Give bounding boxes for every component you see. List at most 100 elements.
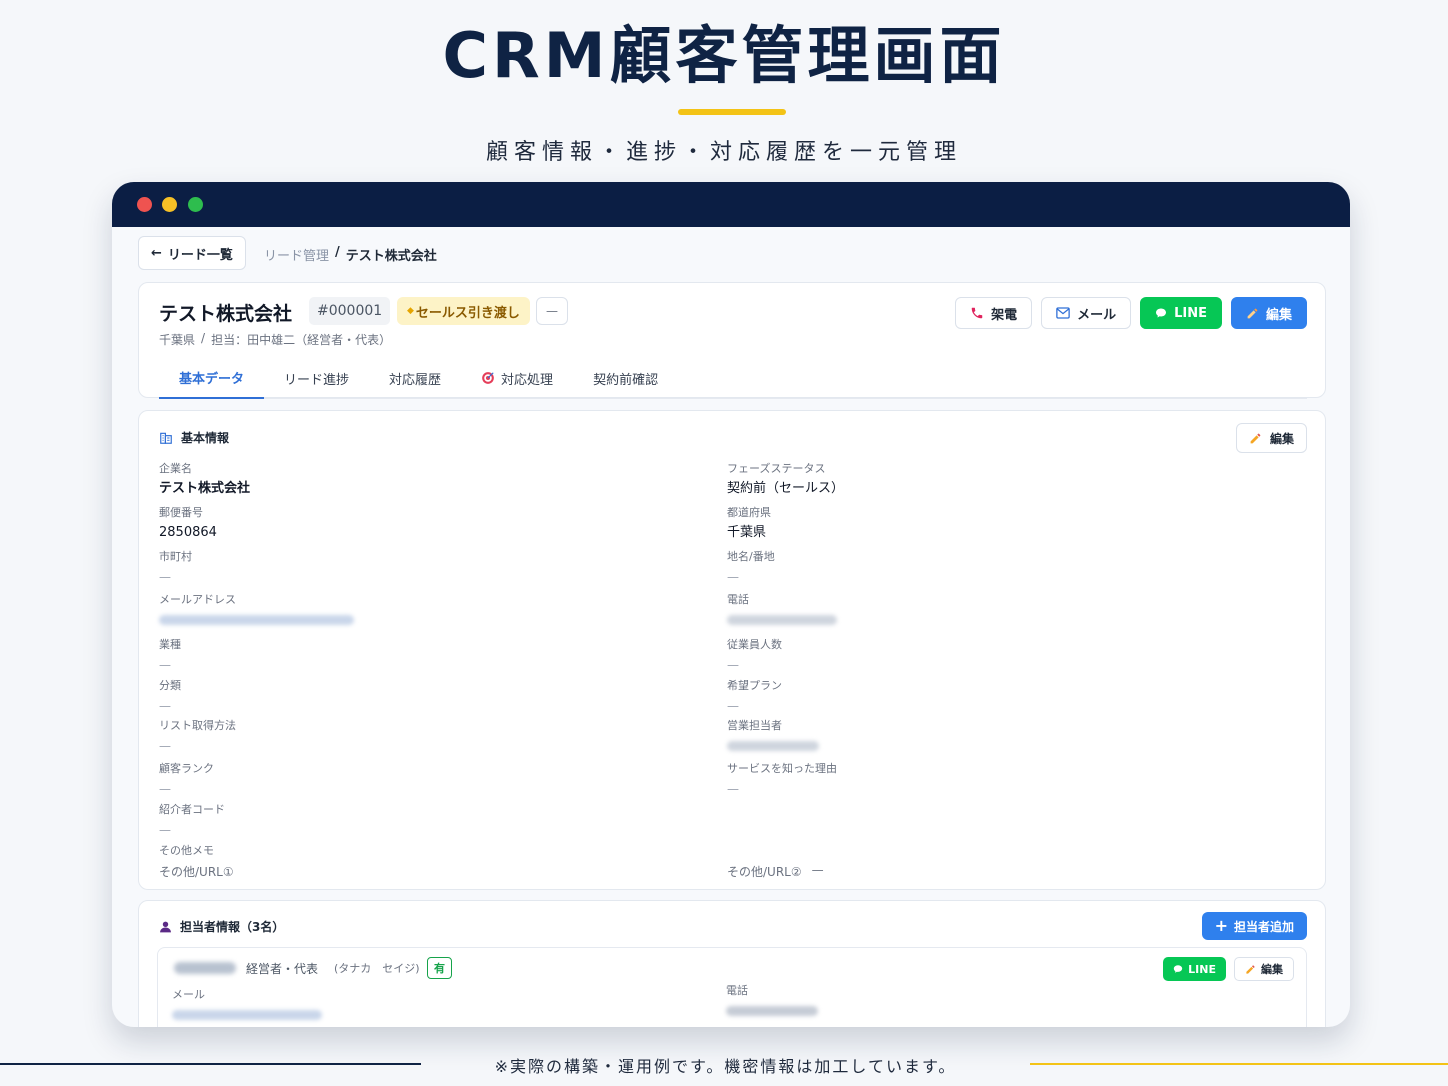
field-label: 業種: [159, 638, 181, 651]
field-other-url1: その他/URL①: [159, 863, 234, 880]
field-label: 紹介者コード: [159, 803, 225, 816]
field-label: 希望プラン: [727, 679, 782, 692]
field-phase-status: フェーズステータス 契約前（セールス）: [727, 462, 844, 499]
contact-has-badge: 有: [427, 957, 452, 979]
field-sales-rep: 営業担当者: [727, 719, 819, 755]
mail-button[interactable]: メール: [1041, 297, 1132, 329]
contact-line-button[interactable]: LINE: [1163, 957, 1226, 981]
field-value: 2850864: [159, 525, 217, 540]
breadcrumb-parent[interactable]: リード管理: [264, 245, 329, 264]
field-label: リスト取得方法: [159, 719, 236, 732]
customer-header-card: テスト株式会社 #000001 ◆ セールス引き渡し — 千葉県 / 担当：田中…: [138, 282, 1326, 399]
diamond-icon: ◆: [407, 306, 414, 316]
add-contact-button[interactable]: + 担当者追加: [1201, 912, 1307, 940]
call-button-label: 架電: [991, 307, 1018, 323]
blurred-phone: [727, 615, 837, 625]
field-value: —: [159, 570, 171, 584]
tab-bar: 基本データ リード進捗 対応履歴 対応処理 契約前確認: [159, 357, 1307, 399]
field-email: メールアドレス: [159, 593, 354, 629]
field-city: 市町村 —: [159, 550, 192, 587]
field-label: 電話: [726, 984, 748, 997]
plus-icon: +: [1214, 916, 1228, 935]
minimize-window-dot[interactable]: [162, 197, 177, 212]
back-to-list-button[interactable]: ← リード一覧: [138, 236, 246, 270]
field-postal: 郵便番号 2850864: [159, 506, 217, 543]
header-prefecture: 千葉県: [159, 333, 196, 347]
breadcrumb-current: テスト株式会社: [345, 249, 437, 264]
field-value: —: [159, 699, 171, 713]
status-dash-button[interactable]: —: [536, 297, 568, 325]
back-button-label: リード一覧: [167, 247, 233, 263]
blurred-sales-rep: [727, 741, 819, 751]
field-customer-rank: 顧客ランク —: [159, 762, 214, 799]
field-label: その他/URL②: [727, 865, 802, 879]
tab-history[interactable]: 対応履歴: [369, 357, 461, 399]
tab-pre-contract[interactable]: 契約前確認: [573, 357, 678, 399]
field-value: —: [727, 782, 739, 796]
phone-icon: [971, 307, 983, 319]
field-prefecture: 都道府県 千葉県: [727, 506, 771, 543]
app-content: ← リード一覧 リード管理 / テスト株式会社 テスト株式会社 #000001 …: [112, 227, 1350, 1027]
app-window: ← リード一覧 リード管理 / テスト株式会社 テスト株式会社 #000001 …: [112, 182, 1350, 1027]
window-titlebar: [112, 182, 1350, 227]
field-label: 電話: [727, 593, 749, 606]
tab-handling[interactable]: 対応処理: [461, 357, 573, 399]
contacts-card: 担当者情報（3名） + 担当者追加 経営者・代表 (タナカ セイジ) 有 LIN…: [138, 900, 1326, 1027]
field-company: 企業名 テスト株式会社: [159, 462, 250, 499]
field-reason: サービスを知った理由 —: [727, 762, 837, 799]
field-value: —: [811, 863, 824, 877]
contacts-title: 担当者情報（3名）: [159, 918, 284, 935]
footer-left-rule: [0, 1063, 421, 1065]
field-label: その他メモ: [159, 844, 214, 857]
hero-subtitle: 顧客情報・進捗・対応履歴を一元管理: [485, 140, 962, 165]
field-address: 地名/番地 —: [727, 550, 775, 587]
field-value: —: [727, 658, 739, 672]
blurred-contact-name: [174, 962, 236, 974]
tab-lead-progress[interactable]: リード進捗: [264, 357, 369, 399]
contact-field-mail: メール: [172, 988, 322, 1024]
tab-basic-data[interactable]: 基本データ: [159, 357, 265, 399]
hero-underline: [678, 109, 786, 115]
pencil-icon: [1247, 308, 1258, 318]
field-plan: 希望プラン —: [727, 679, 782, 716]
footer-right-rule: [1030, 1063, 1448, 1065]
field-value: 契約前（セールス）: [727, 481, 845, 496]
field-label: 郵便番号: [159, 506, 203, 519]
maximize-window-dot[interactable]: [188, 197, 203, 212]
field-employees: 従業員人数 —: [727, 638, 782, 675]
contact-kana: (タナカ セイジ): [334, 962, 420, 975]
field-label: サービスを知った理由: [727, 762, 837, 775]
phase-badge: ◆ セールス引き渡し: [397, 297, 530, 325]
basic-info-title-label: 基本情報: [181, 431, 230, 445]
blurred-contact-phone: [726, 1006, 818, 1016]
add-contact-label: 担当者追加: [1233, 919, 1294, 934]
line-button[interactable]: LINE: [1140, 297, 1222, 329]
pencil-icon: [1250, 433, 1261, 443]
blurred-email: [159, 615, 354, 625]
basic-info-card: 基本情報 編集 企業名 テスト株式会社 フェーズステータス 契約前（セールス） …: [138, 410, 1326, 890]
field-label: 企業名: [159, 462, 192, 475]
header-owner: 担当：田中雄二（経営者・代表）: [211, 333, 392, 347]
contacts-title-label: 担当者情報（3名）: [180, 920, 285, 934]
field-value: —: [727, 570, 739, 584]
building-icon: [160, 432, 172, 444]
field-label: メールアドレス: [159, 593, 236, 606]
contact-edit-button[interactable]: 編集: [1234, 957, 1294, 981]
field-label: 営業担当者: [727, 719, 782, 732]
pencil-icon: [1246, 964, 1255, 974]
field-list-method: リスト取得方法 —: [159, 719, 236, 756]
call-button[interactable]: 架電: [955, 297, 1033, 329]
header-separator: /: [201, 331, 206, 345]
field-label: 顧客ランク: [159, 762, 214, 775]
basic-info-edit-button[interactable]: 編集: [1235, 423, 1307, 453]
contact-field-phone: 電話: [726, 984, 818, 1020]
field-other-memo: その他メモ: [159, 844, 214, 858]
edit-button[interactable]: 編集: [1230, 297, 1307, 329]
basic-info-edit-label: 編集: [1269, 431, 1294, 446]
chat-bubble-icon: [1174, 965, 1183, 973]
contact-item: 経営者・代表 (タナカ セイジ) 有 LINE 編集 メール 電話: [157, 947, 1307, 1027]
contact-edit-label: 編集: [1261, 963, 1283, 976]
basic-info-title: 基本情報: [159, 429, 229, 446]
close-window-dot[interactable]: [137, 197, 152, 212]
contact-line-label: LINE: [1188, 962, 1216, 976]
